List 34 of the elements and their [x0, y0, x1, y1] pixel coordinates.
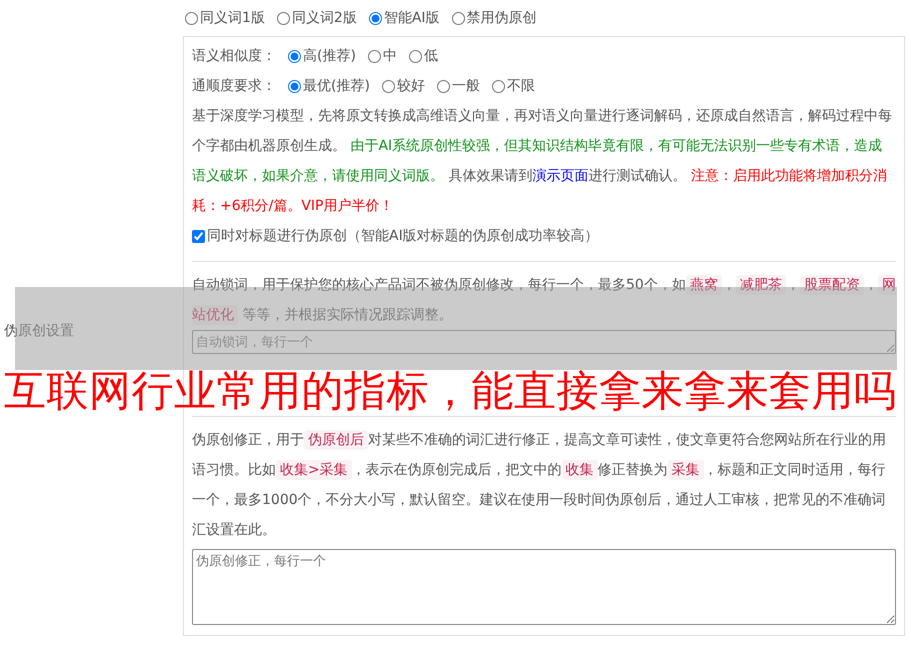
- fluency-label: 通顺度要求：: [192, 77, 276, 95]
- lock-words-description: 自动锁词，用于保护您的核心产品词不被伪原创修改，每行一个，最多50个，如 燕窝 ， 减肥茶 ， 股票配资 ， 网站优化 等等，并根据实际情况跟踪调整。: [192, 274, 896, 327]
- corrections-field[interactable]: 伪原创修正，每行一个: [192, 549, 896, 625]
- radio-label: 高(推荐): [303, 47, 356, 65]
- checkbox[interactable]: [192, 230, 205, 242]
- radio-button[interactable]: [452, 12, 465, 24]
- radio-button[interactable]: [288, 50, 301, 62]
- radio-button[interactable]: [368, 50, 381, 62]
- radio-button[interactable]: [492, 80, 505, 92]
- radio-button[interactable]: [436, 80, 450, 92]
- radio-label: 较好: [396, 77, 425, 95]
- ai-description: 基于深度学习模型，先将原文转换成高维语义向量，再对语义向量进行逐词解码，还原成自然语言，解码过程中每个字都由机器原创生成。 由于AI系统原创性较强，但其知识结构毕竟有限，有可能无法识别一些专有术语，造成语义破坏，如果介意，请使用同义词版。 具体效果请到演示页面进行测试确认。 注意：启用此功能将增加积分消耗：+6积分/篇。VIP用户半价！: [192, 107, 893, 216]
- demo-page-link[interactable]: 演示页面: [532, 168, 588, 184]
- lock-words-field[interactable]: 自动锁词，每行一个: [192, 330, 896, 354]
- radio-label: 智能AI版: [384, 9, 440, 27]
- radio-label: 同义词1版: [200, 9, 265, 27]
- radio-label: 一般: [452, 77, 480, 95]
- corrections-description: 伪原创修正，用于 伪原创后 对某些不准确的词汇进行修正，提高文章可读性，使文章更符合您网站所在行业的用语习惯。比如 收集>采集 ，表示在伪原创完成后，把文中的 收集 修正替换为 采集 ，标题和正文同时适用，每行一个，最多1000个，不分大小写，默认留空。建议在使用一段时间伪原创后，通过人工审核，把常见的不准确词汇设置在此。: [192, 429, 887, 540]
- radio-button[interactable]: [288, 80, 301, 92]
- similarity-label: 语义相似度：: [192, 47, 276, 65]
- radio-button[interactable]: [408, 50, 422, 62]
- radio-button[interactable]: [368, 12, 382, 24]
- radio-label: 低: [424, 47, 438, 65]
- radio-button[interactable]: [185, 12, 198, 24]
- radio-label: 不限: [506, 77, 535, 95]
- radio-label: 中: [382, 47, 397, 65]
- radio-label: 禁用伪原创: [466, 9, 537, 27]
- radio-button[interactable]: [276, 12, 290, 24]
- radio-label: 同义词2版: [292, 9, 357, 27]
- radio-button[interactable]: [382, 80, 395, 92]
- overlay-caption: 互联网行业常用的指标，能直接拿来拿来套用吗: [4, 366, 896, 416]
- setting-label: 伪原创设置: [4, 322, 74, 340]
- radio-label: 最优(推荐): [303, 77, 370, 95]
- checkbox-label: 同时对标题进行伪原创（智能AI版对标题的伪原创成功率较高）: [207, 227, 599, 245]
